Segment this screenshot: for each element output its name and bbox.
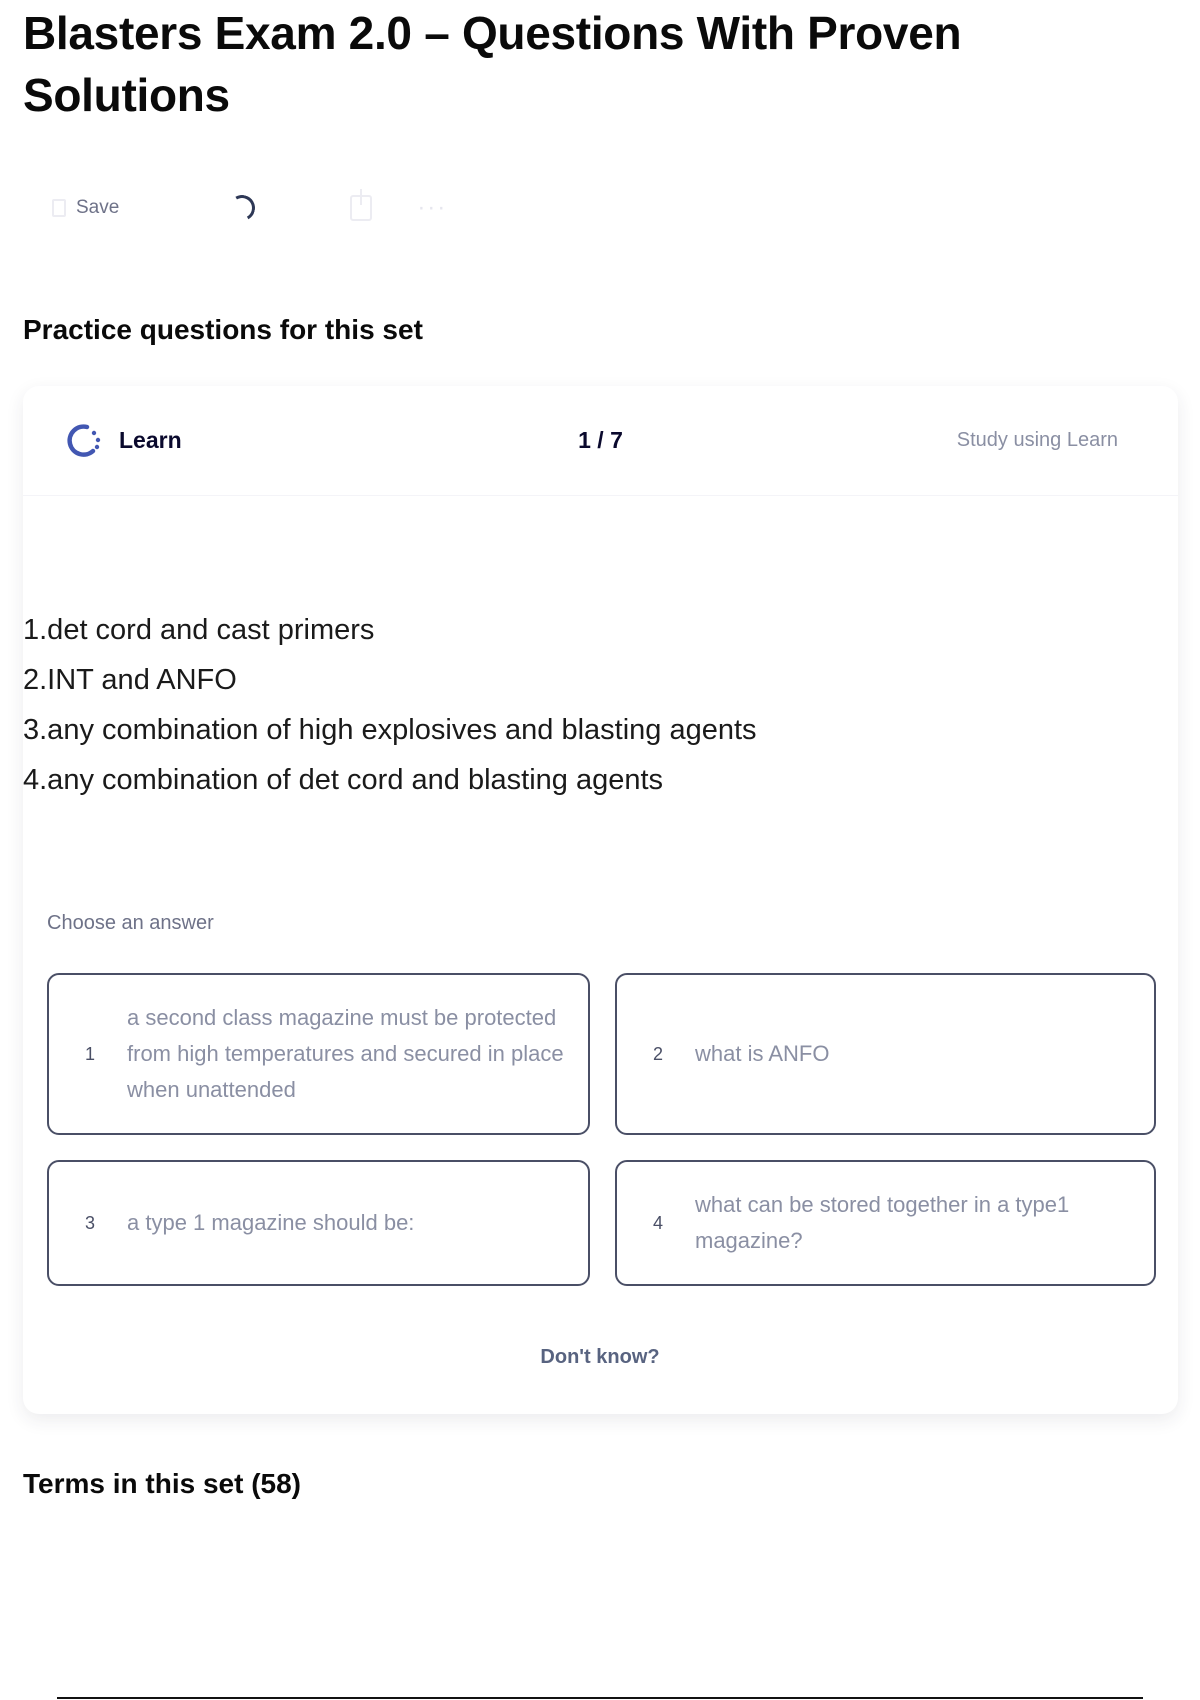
question-line: 4.any combination of det cord and blasti… bbox=[23, 764, 664, 796]
option-text: what is ANFO bbox=[695, 1041, 830, 1066]
set-toolbar: Save ··· bbox=[52, 188, 512, 228]
more-options-icon[interactable]: ··· bbox=[417, 194, 447, 222]
answer-option-4[interactable]: 4 what can be stored together in a type1… bbox=[615, 1160, 1156, 1286]
option-text: what can be stored together in a type1 m… bbox=[695, 1192, 1070, 1253]
option-text: a second class magazine must be protecte… bbox=[127, 1005, 564, 1102]
save-label: Save bbox=[76, 197, 120, 218]
question-line: 2.INT and ANFO bbox=[23, 664, 237, 696]
question-prompt: 1.det cord and cast primers 2.INT and AN… bbox=[23, 605, 1023, 805]
answer-option-3[interactable]: 3 a type 1 magazine should be: bbox=[47, 1160, 590, 1286]
answer-option-2[interactable]: 2 what is ANFO bbox=[615, 973, 1156, 1135]
bookmark-icon bbox=[52, 199, 66, 217]
study-using-learn-link[interactable]: Study using Learn bbox=[957, 429, 1118, 452]
page-title: Blasters Exam 2.0 – Questions With Prove… bbox=[23, 7, 962, 121]
option-number: 1 bbox=[85, 1043, 96, 1064]
choose-answer-label: Choose an answer bbox=[47, 912, 214, 934]
learn-mode-label: Learn bbox=[119, 427, 182, 453]
question-line: 3.any combination of high explosives and… bbox=[23, 714, 757, 746]
share-icon[interactable] bbox=[350, 189, 373, 221]
terms-heading: Terms in this set (58) bbox=[23, 1468, 302, 1499]
divider bbox=[57, 1697, 1143, 1699]
option-text: a type 1 magazine should be: bbox=[127, 1210, 415, 1235]
practice-card-header: Learn 1 / 7 Study using Learn bbox=[23, 386, 1178, 496]
loading-spinner-icon bbox=[226, 192, 259, 224]
page: Blasters Exam 2.0 – Questions With Prove… bbox=[0, 0, 1200, 1700]
option-number: 3 bbox=[85, 1212, 96, 1233]
learn-icon bbox=[67, 423, 101, 457]
question-line: 1.det cord and cast primers bbox=[23, 614, 375, 646]
practice-heading: Practice questions for this set bbox=[23, 314, 423, 345]
save-button[interactable]: Save bbox=[52, 197, 119, 219]
option-number: 2 bbox=[653, 1043, 664, 1064]
option-number: 4 bbox=[653, 1212, 664, 1233]
dont-know-button[interactable]: Don't know? bbox=[0, 1346, 1200, 1369]
answer-option-1[interactable]: 1 a second class magazine must be protec… bbox=[47, 973, 590, 1135]
